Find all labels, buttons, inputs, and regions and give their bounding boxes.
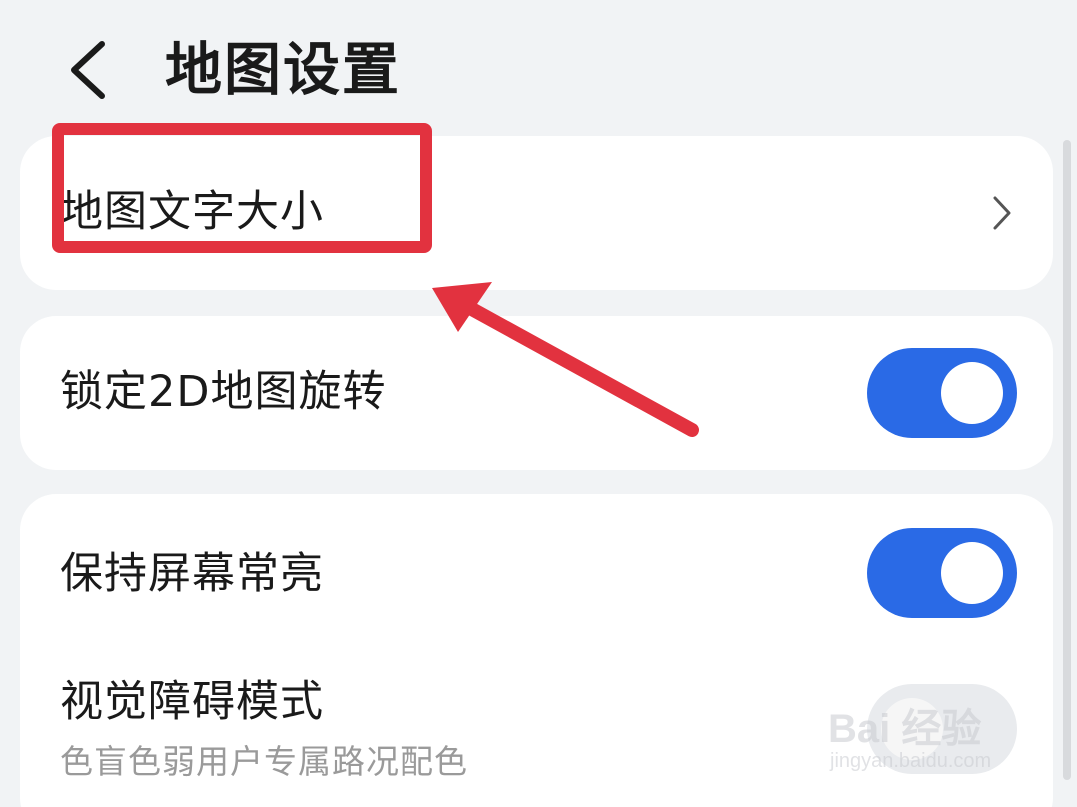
toggle-knob xyxy=(941,362,1003,424)
lock-2d-rotation-toggle[interactable] xyxy=(867,348,1017,438)
settings-card-display: 保持屏幕常亮 视觉障碍模式 色盲色弱用户专属路况配色 xyxy=(20,494,1053,807)
page-title: 地图设置 xyxy=(165,37,401,103)
header: 地图设置 xyxy=(0,0,1077,130)
visual-impairment-mode-row: 视觉障碍模式 色盲色弱用户专属路况配色 xyxy=(20,654,1053,807)
back-button[interactable] xyxy=(62,38,122,102)
settings-card-text-size: 地图文字大小 xyxy=(20,136,1053,290)
keep-screen-on-label: 保持屏幕常亮 xyxy=(60,549,324,599)
settings-card-rotation: 锁定2D地图旋转 xyxy=(20,316,1053,470)
lock-2d-rotation-label: 锁定2D地图旋转 xyxy=(60,367,387,417)
lock-2d-rotation-row: 锁定2D地图旋转 xyxy=(20,316,1053,470)
visual-impairment-mode-label: 视觉障碍模式 xyxy=(60,677,324,727)
visual-impairment-mode-description: 色盲色弱用户专属路况配色 xyxy=(60,742,468,781)
toggle-knob xyxy=(941,542,1003,604)
chevron-right-icon xyxy=(993,196,1011,230)
scrollbar[interactable] xyxy=(1063,140,1071,780)
visual-impairment-mode-toggle[interactable] xyxy=(867,684,1017,774)
back-arrow-icon xyxy=(71,41,105,99)
map-text-size-row[interactable]: 地图文字大小 xyxy=(20,136,1053,290)
toggle-knob xyxy=(881,698,943,760)
keep-screen-on-toggle[interactable] xyxy=(867,528,1017,618)
map-text-size-label: 地图文字大小 xyxy=(60,187,324,237)
keep-screen-on-row: 保持屏幕常亮 xyxy=(20,494,1053,654)
